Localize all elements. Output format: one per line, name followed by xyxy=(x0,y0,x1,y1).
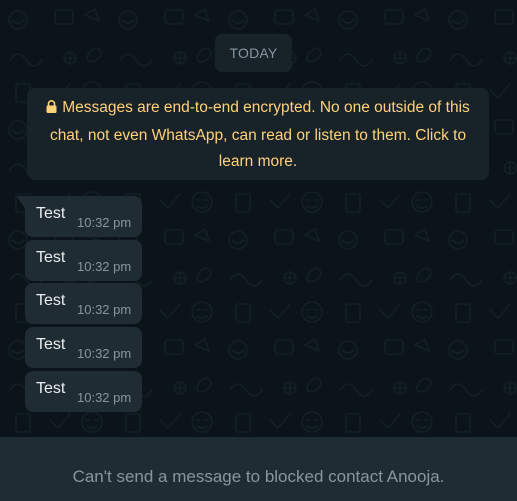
encryption-notice[interactable]: Messages are end-to-end encrypted. No on… xyxy=(27,88,489,180)
message-text: Test xyxy=(36,336,66,353)
message-timestamp: 10:32 pm xyxy=(77,390,132,405)
message-bubble[interactable]: Test 10:32 pm xyxy=(17,196,142,237)
blocked-contact-footer: Can't send a message to blocked contact … xyxy=(0,437,517,501)
encryption-notice-text: Messages are end-to-end encrypted. No on… xyxy=(49,99,470,170)
message-bubble[interactable]: Test 10:32 pm xyxy=(25,283,142,324)
message-timestamp: 10:32 pm xyxy=(77,259,132,274)
message-bubble[interactable]: Test 10:32 pm xyxy=(25,327,142,368)
lock-icon xyxy=(46,96,57,123)
chat-pane: TODAY Messages are end-to-end encrypted.… xyxy=(0,0,517,501)
date-separator-label: TODAY xyxy=(229,45,278,61)
messages-area: TODAY Messages are end-to-end encrypted.… xyxy=(0,0,517,437)
bubble-tail xyxy=(17,196,25,208)
message-timestamp: 10:32 pm xyxy=(77,302,132,317)
date-separator: TODAY xyxy=(215,34,292,72)
message-bubble[interactable]: Test 10:32 pm xyxy=(25,371,142,412)
blocked-contact-message: Can't send a message to blocked contact … xyxy=(72,466,445,486)
message-text: Test xyxy=(36,292,66,309)
message-text: Test xyxy=(36,205,66,222)
message-text: Test xyxy=(36,249,66,266)
message-text: Test xyxy=(36,380,66,397)
message-timestamp: 10:32 pm xyxy=(77,215,132,230)
message-bubble[interactable]: Test 10:32 pm xyxy=(25,240,142,281)
message-timestamp: 10:32 pm xyxy=(77,346,132,361)
